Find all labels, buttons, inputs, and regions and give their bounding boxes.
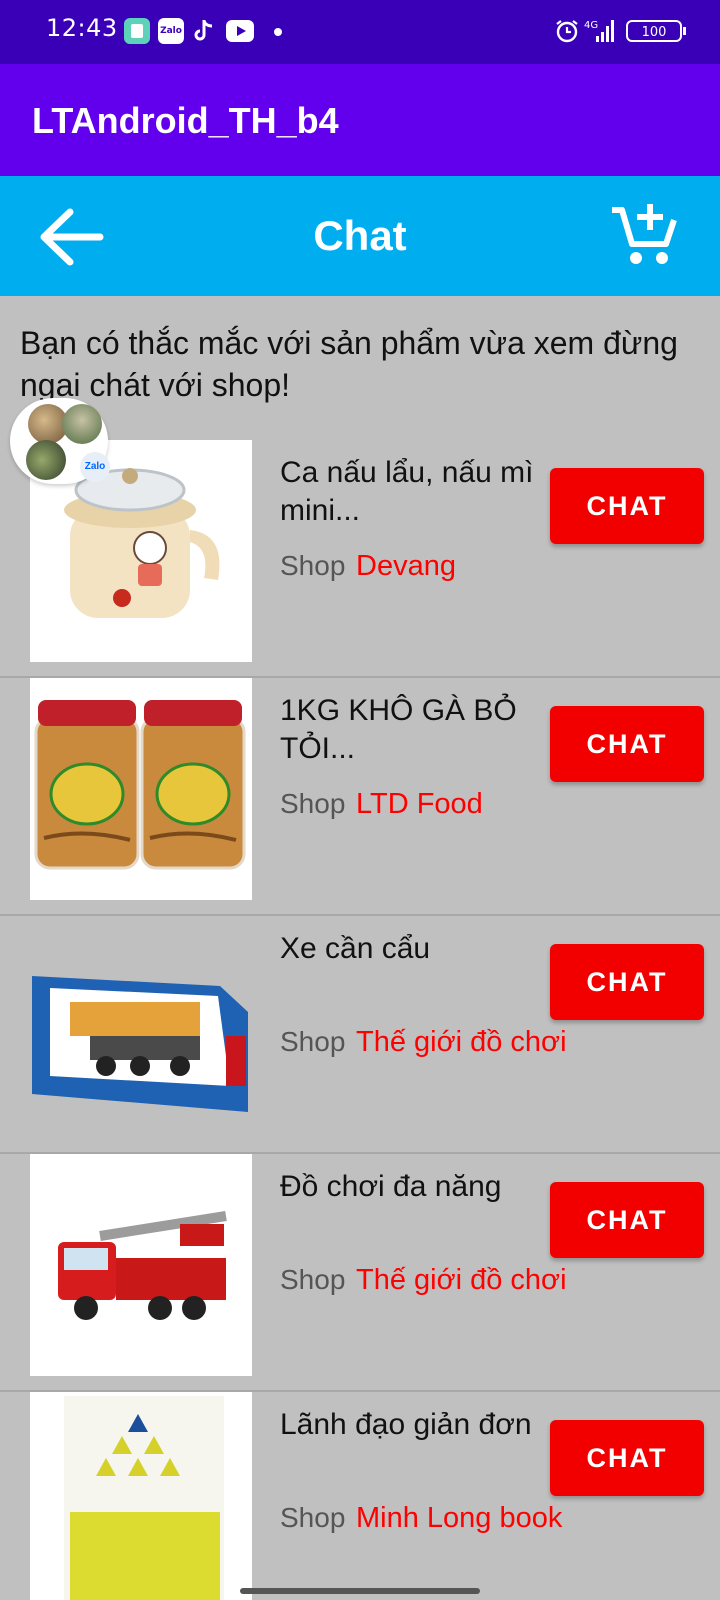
battery-icon: 100	[626, 20, 686, 42]
home-indicator[interactable]	[240, 1588, 480, 1594]
signal-4g-icon: 4G	[584, 20, 614, 42]
product-title[interactable]: Đồ chơi đa năng	[280, 1168, 550, 1206]
avatar	[62, 404, 102, 444]
zalo-icon: Zalo	[158, 18, 184, 44]
intro-text: Bạn có thắc mắc với sản phẩm vừa xem đừn…	[20, 325, 678, 403]
shop-name[interactable]: Thế giới đồ chơi	[356, 1264, 567, 1297]
list-item: Xe cần cẩu Shop Thế giới đồ chơi CHAT	[0, 916, 720, 1154]
chat-button[interactable]: CHAT	[550, 468, 704, 544]
product-list: Ca nấu lẩu, nấu mì mini... Shop Devang C…	[0, 440, 720, 1600]
list-item: Đồ chơi đa năng Shop Thế giới đồ chơi CH…	[0, 1154, 720, 1392]
dried-chicken-jars-image	[30, 678, 252, 900]
product-title[interactable]: 1KG KHÔ GÀ BỎ TỎI...	[280, 692, 550, 768]
status-bar: 12:43 Zalo 4G 100	[0, 0, 720, 64]
shop-name[interactable]: Thế giới đồ chơi	[356, 1026, 567, 1059]
chat-button[interactable]: CHAT	[550, 1420, 704, 1496]
tiktok-icon	[194, 20, 213, 41]
toolbar: Chat	[0, 176, 720, 296]
shop-label: Shop	[280, 1026, 346, 1057]
shop-name[interactable]: Devang	[356, 550, 456, 583]
sheets-app-icon	[124, 18, 150, 44]
alarm-icon	[556, 20, 578, 43]
network-label: 4G	[584, 20, 598, 31]
chat-button[interactable]: CHAT	[550, 944, 704, 1020]
app-title: LTAndroid_TH_b4	[32, 100, 339, 141]
chat-button[interactable]: CHAT	[550, 1182, 704, 1258]
product-title[interactable]: Lãnh đạo giản đơn	[280, 1406, 550, 1444]
chat-button[interactable]: CHAT	[550, 706, 704, 782]
crane-truck-toy-image	[30, 916, 252, 1138]
shop-name[interactable]: Minh Long book	[356, 1502, 562, 1535]
list-item: Ca nấu lẩu, nấu mì mini... Shop Devang C…	[0, 440, 720, 678]
shop-label: Shop	[280, 550, 346, 581]
app-bar: LTAndroid_TH_b4	[0, 64, 720, 176]
book-cover-image	[30, 1392, 252, 1600]
status-time: 12:43	[46, 14, 118, 42]
shop-name[interactable]: LTD Food	[356, 788, 483, 821]
product-title[interactable]: Xe cần cẩu	[280, 930, 550, 968]
avatar	[26, 440, 66, 480]
cart-add-icon[interactable]	[610, 200, 678, 268]
chat-head-bubble[interactable]: Zalo	[10, 398, 110, 484]
list-item: Lãnh đạo giản đơn Shop Minh Long book CH…	[0, 1392, 720, 1600]
notification-dot-icon	[274, 28, 282, 36]
youtube-icon	[226, 20, 254, 42]
fire-truck-toy-image	[30, 1154, 252, 1376]
battery-level: 100	[642, 25, 667, 40]
product-title[interactable]: Ca nấu lẩu, nấu mì mini...	[280, 454, 550, 530]
shop-label: Shop	[280, 788, 346, 819]
shop-label: Shop	[280, 1264, 346, 1295]
list-item: 1KG KHÔ GÀ BỎ TỎI... Shop LTD Food CHAT	[0, 678, 720, 916]
shop-label: Shop	[280, 1502, 346, 1533]
zalo-badge-icon: Zalo	[80, 452, 110, 482]
